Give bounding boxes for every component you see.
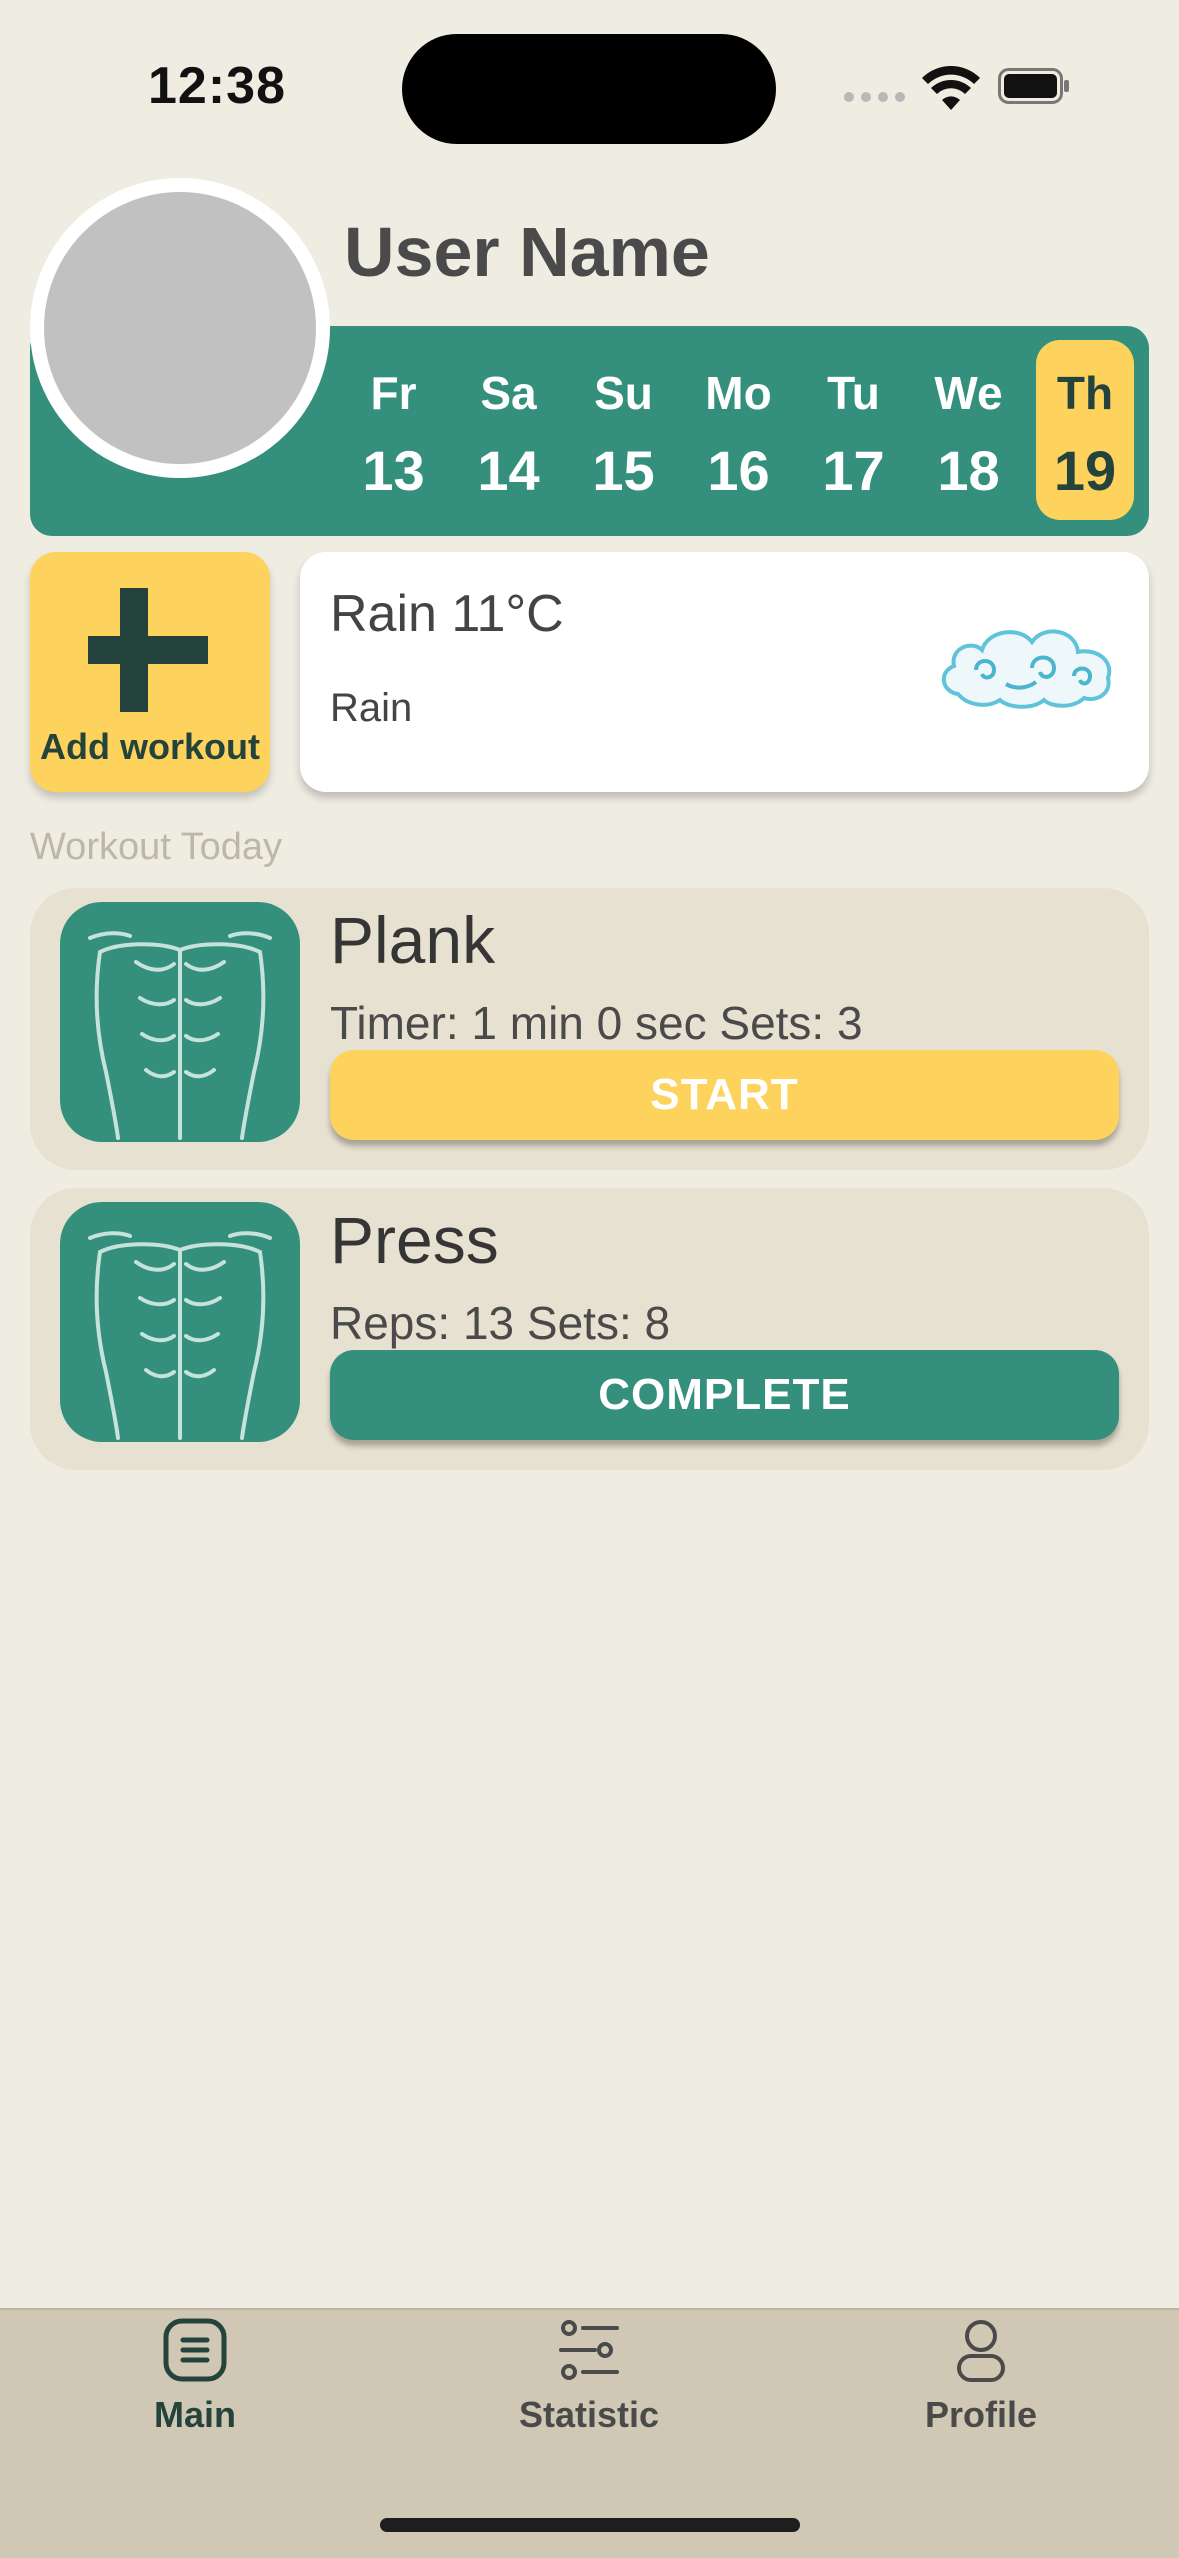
tab-statistic[interactable]: Statistic	[439, 2318, 739, 2436]
workout-name: Press	[330, 1203, 499, 1277]
battery-icon	[998, 68, 1069, 104]
day-sa[interactable]: Sa 14	[451, 340, 566, 520]
tab-profile[interactable]: Profile	[831, 2318, 1131, 2436]
list-icon	[163, 2318, 227, 2382]
cellular-signal-icon	[844, 92, 905, 102]
weather-title: Rain 11°C	[330, 585, 564, 643]
complete-button[interactable]: COMPLETE	[330, 1350, 1119, 1440]
person-icon	[957, 2320, 1005, 2382]
tab-main[interactable]: Main	[45, 2318, 345, 2436]
week-days: Fr 13 Sa 14 Su 15 Mo 16 Tu 17 We 18 Th 19	[336, 340, 1134, 520]
workout-name: Plank	[330, 903, 496, 977]
add-workout-label: Add workout	[40, 726, 260, 767]
home-indicator[interactable]	[380, 2518, 800, 2532]
wifi-icon	[922, 66, 980, 110]
day-su[interactable]: Su 15	[566, 340, 681, 520]
cloud-icon	[942, 629, 1112, 709]
workout-info: Timer: 1 min 0 sec Sets: 3	[330, 997, 863, 1049]
weather-description: Rain	[330, 686, 413, 730]
tab-statistic-label: Statistic	[518, 2394, 660, 2435]
section-title: Workout Today	[30, 826, 283, 868]
status-time: 12:38	[148, 57, 286, 115]
day-mo[interactable]: Mo 16	[681, 340, 796, 520]
abs-icon	[60, 902, 300, 1142]
tab-profile-label: Profile	[924, 2394, 1038, 2435]
day-th-selected[interactable]: Th 19	[1036, 340, 1134, 520]
day-we[interactable]: We 18	[911, 340, 1026, 520]
sliders-icon	[559, 2320, 619, 2380]
avatar[interactable]	[30, 178, 330, 478]
workout-info: Reps: 13 Sets: 8	[330, 1297, 671, 1349]
dynamic-island	[402, 34, 776, 144]
day-tu[interactable]: Tu 17	[796, 340, 911, 520]
tab-main-label: Main	[153, 2394, 236, 2435]
user-name: User Name	[344, 213, 710, 291]
day-fr[interactable]: Fr 13	[336, 340, 451, 520]
start-button[interactable]: START	[330, 1050, 1119, 1140]
abs-icon	[60, 1202, 300, 1442]
plus-icon-bar	[88, 636, 208, 664]
